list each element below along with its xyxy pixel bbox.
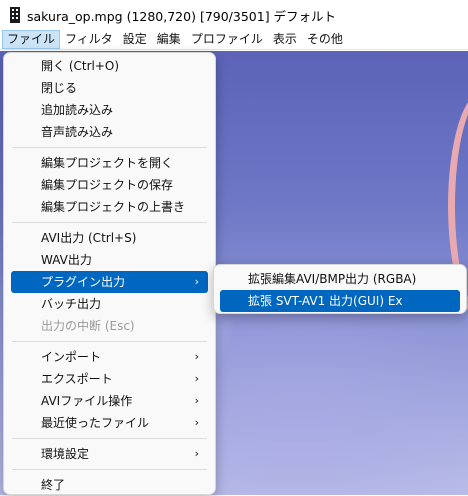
menu-item-preferences[interactable]: 環境設定 › [11, 443, 208, 465]
menu-item-open[interactable]: 開く (Ctrl+O) [11, 55, 208, 77]
menu-profile[interactable]: プロファイル [186, 30, 268, 49]
menu-separator [12, 469, 207, 470]
menu-item-plugin-output[interactable]: プラグイン出力 › [11, 271, 208, 293]
chevron-right-icon: › [194, 394, 199, 407]
menu-bar: ファイル フィルタ 設定 編集 プロファイル 表示 その他 [0, 30, 468, 50]
menu-item-abort-output: 出力の中断 (Esc) [41, 319, 135, 333]
menu-item-append[interactable]: 追加読み込み [11, 99, 208, 121]
film-strip-icon [10, 7, 20, 23]
menu-other[interactable]: その他 [302, 30, 348, 49]
menu-filter[interactable]: フィルタ [60, 30, 118, 49]
menu-separator [12, 341, 207, 342]
menu-item-avi-output[interactable]: AVI出力 (Ctrl+S) [11, 227, 208, 249]
submenu-item-svt-av1[interactable]: 拡張 SVT-AV1 出力(GUI) Ex [220, 290, 460, 312]
submenu-item-exedit-avi-bmp[interactable]: 拡張編集AVI/BMP出力 (RGBA) [220, 268, 460, 290]
menu-item-close[interactable]: 閉じる [11, 77, 208, 99]
menu-edit[interactable]: 編集 [152, 30, 186, 49]
chevron-right-icon: › [194, 372, 199, 385]
menu-item-open-project[interactable]: 編集プロジェクトを開く [11, 152, 208, 174]
window-title: sakura_op.mpg (1280,720) [790/3501] デフォル… [27, 8, 337, 24]
chevron-right-icon: › [194, 447, 199, 460]
menu-settings[interactable]: 設定 [118, 30, 152, 49]
menu-separator [12, 438, 207, 439]
menu-separator [12, 222, 207, 223]
menu-item-overwrite-project[interactable]: 編集プロジェクトの上書き [11, 196, 208, 218]
file-menu: 開く (Ctrl+O) 閉じる 追加読み込み 音声読み込み 編集プロジェクトを開… [3, 52, 216, 495]
menu-item-avi-file-ops[interactable]: AVIファイル操作 › [11, 390, 208, 412]
chevron-right-icon: › [194, 275, 199, 288]
menu-item-export[interactable]: エクスポート › [11, 368, 208, 390]
chevron-right-icon: › [194, 350, 199, 363]
menu-item-load-audio[interactable]: 音声読み込み [11, 121, 208, 143]
menu-item-import[interactable]: インポート › [11, 346, 208, 368]
menu-item-wav-output[interactable]: WAV出力 [11, 249, 208, 271]
menu-item-save-project[interactable]: 編集プロジェクトの保存 [11, 174, 208, 196]
menu-item-batch-output[interactable]: バッチ出力 [11, 293, 208, 315]
chevron-right-icon: › [194, 416, 199, 429]
menu-item-recent-files[interactable]: 最近使ったファイル › [11, 412, 208, 434]
menu-view[interactable]: 表示 [268, 30, 302, 49]
menu-file[interactable]: ファイル [2, 30, 61, 49]
menu-separator [12, 147, 207, 148]
plugin-output-submenu: 拡張編集AVI/BMP出力 (RGBA) 拡張 SVT-AV1 出力(GUI) … [213, 264, 467, 314]
menu-item-exit[interactable]: 終了 [11, 474, 208, 496]
title-bar: sakura_op.mpg (1280,720) [790/3501] デフォル… [0, 0, 468, 30]
